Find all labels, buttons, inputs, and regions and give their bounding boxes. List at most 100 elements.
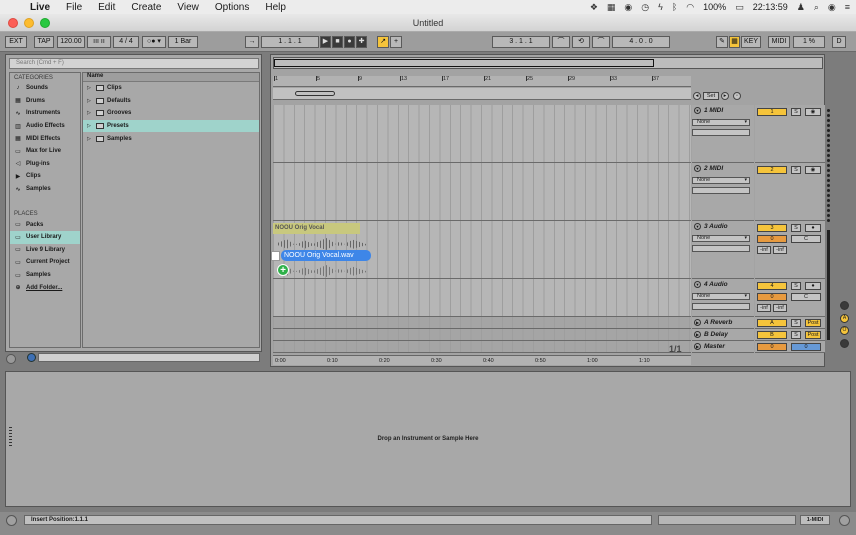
place-live-9-library[interactable]: ▭ Live 9 Library <box>10 244 80 257</box>
bluetooth-icon[interactable]: ᛒ <box>672 2 677 12</box>
category-plug-ins[interactable]: ◁ Plug-ins <box>10 158 80 171</box>
show-io-icon[interactable]: ◦ <box>733 92 741 100</box>
fold-icon[interactable]: ▼ <box>694 107 701 114</box>
menu-help[interactable]: Help <box>257 2 294 13</box>
track-header-b-delay[interactable]: ▶ B Delay <box>692 329 754 341</box>
set-next-icon[interactable]: ▸ <box>721 92 729 100</box>
midi-channel-select[interactable] <box>692 187 750 194</box>
solo-button[interactable]: S <box>791 282 801 290</box>
follow-icon[interactable]: → <box>245 36 259 48</box>
fold-icon[interactable]: ▼ <box>694 281 701 288</box>
menu-options[interactable]: Options <box>207 2 257 13</box>
overdub-icon[interactable]: ✚ <box>356 36 367 48</box>
loop-switch-icon[interactable]: ⟲ <box>572 36 590 48</box>
category-drums[interactable]: ▦ Drums <box>10 95 80 108</box>
close-icon[interactable] <box>8 18 18 28</box>
clock-icon[interactable]: ◷ <box>641 2 649 13</box>
loop-brace[interactable] <box>295 91 335 96</box>
track-header-master[interactable]: ▶ Master <box>692 341 754 353</box>
folder-samples[interactable]: ▷ Samples <box>83 132 259 145</box>
punch-out-icon[interactable]: ⌒ <box>592 36 610 48</box>
solo-button[interactable]: S <box>791 319 801 327</box>
returns-icon[interactable]: A <box>840 314 849 323</box>
time-ruler[interactable]: 0:00 0:10 0:20 0:30 0:40 0:50 1:00 1:10 <box>273 355 691 365</box>
resize-grip[interactable] <box>9 427 12 447</box>
add-automation-icon[interactable]: + <box>390 36 402 48</box>
browser-toggle-icon[interactable] <box>6 354 16 364</box>
nudge-icon[interactable]: ııı ıı <box>87 36 111 48</box>
expand-icon[interactable]: ▷ <box>87 110 93 116</box>
audio-from-select[interactable]: None <box>692 235 750 242</box>
automation-arm-icon[interactable]: ↗ <box>377 36 389 48</box>
key-map-button[interactable]: KEY <box>741 36 761 48</box>
minimize-icon[interactable] <box>24 18 34 28</box>
menu-file[interactable]: File <box>58 2 90 13</box>
fold-icon[interactable]: ▼ <box>694 165 701 172</box>
place-samples[interactable]: ▭ Samples <box>10 269 80 282</box>
spotlight-icon[interactable]: ⌕ <box>814 2 819 13</box>
evernote-icon[interactable]: ◉ <box>624 2 632 13</box>
folder-clips[interactable]: ▷ Clips <box>83 82 259 95</box>
pan-field[interactable]: C <box>791 235 821 243</box>
track-header-4-audio[interactable]: ▼ 4 Audio None <box>692 279 754 317</box>
track-activator[interactable]: A <box>757 319 787 327</box>
quantize-menu[interactable]: 1 Bar <box>168 36 198 48</box>
category-max-for-live[interactable]: ▭ Max for Live <box>10 145 80 158</box>
category-audio-effects[interactable]: ▥ Audio Effects <box>10 120 80 133</box>
crossfader-icon[interactable] <box>840 339 849 348</box>
beat-ruler[interactable]: 1 5 9 13 17 21 25 29 33 37 <box>273 76 691 87</box>
info-view-icon[interactable] <box>6 515 17 526</box>
folder-defaults[interactable]: ▷ Defaults <box>83 95 259 108</box>
track-name[interactable]: 3 Audio <box>704 223 728 230</box>
detail-view-toggle-icon[interactable] <box>839 515 850 526</box>
solo-button[interactable]: S <box>791 108 801 116</box>
clock-time[interactable]: 22:13:59 <box>753 2 788 12</box>
track-name[interactable]: A Reverb <box>704 319 732 326</box>
track-name[interactable]: Master <box>704 343 725 350</box>
pan-field[interactable]: C <box>791 293 821 301</box>
solo-button[interactable]: S <box>791 166 801 174</box>
track-activator[interactable]: 2 <box>757 166 787 174</box>
dropbox-icon[interactable]: ❖ <box>590 2 598 13</box>
arm-icon[interactable]: ◉ <box>805 166 821 174</box>
solo-button[interactable]: S <box>791 224 801 232</box>
time-signature-field[interactable]: 4 / 4 <box>113 36 139 48</box>
arm-icon[interactable]: ● <box>805 224 821 232</box>
folder-grooves[interactable]: ▷ Grooves <box>83 107 259 120</box>
midi-from-select[interactable]: None <box>692 177 750 184</box>
category-sounds[interactable]: ♪ Sounds <box>10 82 80 95</box>
category-clips[interactable]: ▶ Clips <box>10 170 80 183</box>
menu-app[interactable]: Live <box>22 2 58 13</box>
fold-icon[interactable]: ▶ <box>694 331 701 338</box>
loop-length-field[interactable]: 4 . 0 . 0 <box>612 36 670 48</box>
loop-bar[interactable] <box>273 88 691 100</box>
folder-presets[interactable]: ▷ Presets <box>83 119 259 133</box>
fold-icon[interactable]: ▶ <box>694 343 701 350</box>
audio-clip[interactable]: NOOU Orig Vocal <box>273 223 360 234</box>
expand-icon[interactable]: ▷ <box>87 85 93 91</box>
preview-icon[interactable] <box>27 353 36 362</box>
track-header-a-reverb[interactable]: ▶ A Reverb <box>692 317 754 329</box>
computer-keyboard-icon[interactable]: ▦ <box>729 36 740 48</box>
siri-icon[interactable]: ◉ <box>828 2 836 13</box>
lane-2-midi[interactable] <box>273 163 691 221</box>
wifi-icon[interactable]: ◠ <box>686 2 694 13</box>
midi-from-select[interactable]: None <box>692 119 750 126</box>
menu-create[interactable]: Create <box>123 2 169 13</box>
overview-icon[interactable] <box>840 301 849 310</box>
lane-b-delay[interactable] <box>273 329 691 341</box>
track-name[interactable]: 1 MIDI <box>704 107 723 114</box>
place-current-project[interactable]: ▭ Current Project <box>10 256 80 269</box>
track-header-1-midi[interactable]: ▼ 1 MIDI None <box>692 105 754 163</box>
fold-icon[interactable]: ▶ <box>694 319 701 326</box>
menu-edit[interactable]: Edit <box>90 2 123 13</box>
solo-button[interactable]: S <box>791 331 801 339</box>
lane-master[interactable] <box>273 341 691 353</box>
midi-channel-select[interactable] <box>692 129 750 136</box>
midi-map-button[interactable]: MIDI <box>768 36 790 48</box>
ext-sync-button[interactable]: EXT <box>5 36 27 48</box>
overview-selection[interactable] <box>274 59 654 67</box>
preview-bar[interactable] <box>38 353 260 362</box>
master-volume-field[interactable]: 0 <box>757 343 787 351</box>
track-header-3-audio[interactable]: ▼ 3 Audio None <box>692 221 754 279</box>
